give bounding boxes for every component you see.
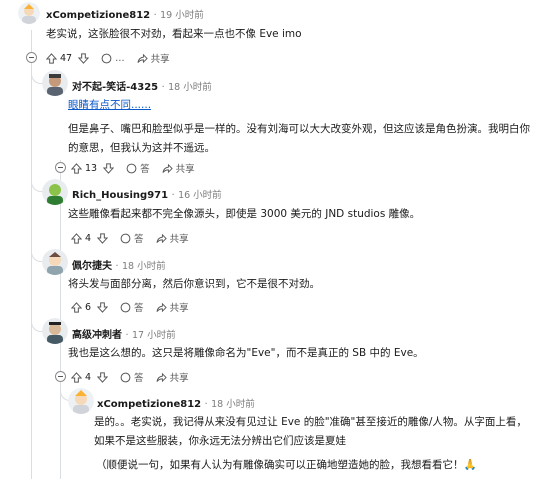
- comment-body: 这些雕像看起来都不完全像源头，即使是 3000 美元的 JND studios …: [68, 208, 421, 220]
- comment-author[interactable]: 对不起-笑话-4325 · 18 小时前: [72, 78, 212, 93]
- quoted-link[interactable]: 眼睛有点不同......: [68, 96, 151, 115]
- share-icon: [162, 163, 173, 173]
- comment-author[interactable]: xCompetizione812 · 19 小时前: [46, 7, 204, 21]
- share-button[interactable]: 共享: [137, 51, 170, 65]
- timestamp: 17 小时前: [132, 330, 176, 341]
- vote-count: 6: [85, 301, 92, 313]
- collapse-button[interactable]: [55, 162, 66, 173]
- downvote-icon[interactable]: [78, 52, 90, 64]
- author-name[interactable]: xCompetizione812: [46, 10, 150, 21]
- reply-label: 答: [140, 164, 150, 175]
- comment-body: 将头发与面部分离，然后你意识到，它不是很不对劲。: [68, 278, 320, 290]
- comment-author[interactable]: xCompetizione812 · 18 小时前: [97, 396, 255, 410]
- comment-body: 是的。。老实说，我记得从来没有见过让 Eve 的脸"准确"甚至接近的雕像/人物。…: [94, 416, 527, 447]
- share-icon: [156, 233, 167, 243]
- share-icon: [156, 302, 167, 312]
- comment-body: 但是鼻子、嘴巴和脸型似乎是一样的。没有刘海可以大大改变外观，但这应该是角色扮演。…: [68, 123, 530, 154]
- reply-label: 答: [134, 303, 144, 314]
- reply-label: 答: [134, 234, 144, 245]
- share-icon: [137, 53, 148, 63]
- avatar[interactable]: [42, 318, 68, 344]
- more-label: …: [115, 52, 125, 64]
- avatar[interactable]: [42, 249, 68, 275]
- separator: ·: [161, 82, 165, 93]
- comment-actions: 47 … 共享: [46, 50, 182, 66]
- share-button[interactable]: 共享: [162, 161, 195, 175]
- upvote-button[interactable]: 47: [46, 52, 90, 64]
- separator: ·: [115, 261, 119, 272]
- vote-count: 4: [85, 232, 92, 244]
- avatar[interactable]: [42, 70, 68, 96]
- share-label: 共享: [169, 303, 189, 314]
- upvote-icon: [71, 232, 82, 244]
- timestamp: 18 小时前: [168, 82, 212, 93]
- upvote-icon: [71, 301, 82, 313]
- share-label: 共享: [175, 164, 195, 175]
- vote-count: 13: [85, 162, 98, 174]
- timestamp: 16 小时前: [178, 190, 222, 201]
- share-label: 共享: [169, 234, 189, 245]
- comment-actions: 13 答 共享: [71, 160, 207, 176]
- comment-icon: [120, 372, 131, 382]
- author-name[interactable]: 高级冲刺者: [72, 330, 122, 341]
- avatar[interactable]: [68, 388, 94, 414]
- downvote-icon[interactable]: [97, 371, 109, 383]
- upvote-icon: [71, 371, 82, 383]
- author-name[interactable]: xCompetizione812: [97, 399, 201, 410]
- comment-body: 老实说，这张脸很不对劲，看起来一点也不像 Eve imo: [46, 28, 302, 40]
- avatar[interactable]: [42, 179, 68, 205]
- share-icon: [156, 372, 167, 382]
- timestamp: 19 小时前: [160, 10, 204, 21]
- collapse-button[interactable]: [55, 371, 66, 382]
- author-name[interactable]: 佩尔捷夫: [72, 261, 112, 272]
- upvote-button[interactable]: 13: [71, 162, 115, 174]
- vote-count: 47: [60, 52, 73, 64]
- share-button[interactable]: 共享: [156, 231, 189, 245]
- comment-author[interactable]: Rich_Housing971 · 16 小时前: [72, 187, 222, 201]
- comment-icon: [120, 302, 131, 312]
- timestamp: 18 小时前: [122, 261, 166, 272]
- share-button[interactable]: 共享: [156, 300, 189, 314]
- separator: ·: [125, 330, 129, 341]
- comment-author[interactable]: 佩尔捷夫 · 18 小时前: [72, 257, 166, 272]
- downvote-icon[interactable]: [97, 301, 109, 313]
- upvote-icon: [46, 52, 57, 64]
- comment-actions: 6 答 共享: [71, 299, 201, 315]
- separator: ·: [171, 190, 175, 201]
- vote-count: 4: [85, 371, 92, 383]
- upvote-button[interactable]: 4: [71, 371, 109, 383]
- collapse-button[interactable]: [26, 52, 37, 63]
- timestamp: 18 小时前: [211, 399, 255, 410]
- avatar[interactable]: [18, 2, 40, 24]
- share-button[interactable]: 共享: [156, 370, 189, 384]
- upvote-button[interactable]: 6: [71, 301, 109, 313]
- comment-body: 我也是这么想的。这只是将雕像命名为"Eve"，而不是真正的 SB 中的 Eve。: [68, 347, 424, 359]
- comment-author[interactable]: 高级冲刺者 · 17 小时前: [72, 326, 176, 341]
- separator: ·: [153, 10, 157, 21]
- comment-actions: 4 答 共享: [71, 369, 201, 385]
- share-label: 共享: [150, 54, 170, 65]
- upvote-button[interactable]: 4: [71, 232, 109, 244]
- reply-label: 答: [134, 373, 144, 384]
- separator: ·: [204, 399, 208, 410]
- author-name[interactable]: 对不起-笑话-4325: [72, 82, 158, 93]
- reply-button[interactable]: 答: [120, 300, 144, 314]
- author-name[interactable]: Rich_Housing971: [72, 190, 168, 201]
- reply-button[interactable]: 答: [120, 370, 144, 384]
- comment-actions: 4 答 共享: [71, 230, 201, 246]
- comment-body-continued: （顺便说一句，如果有人认为有雕像确实可以正确地塑造她的脸，我想看看它！🙏: [96, 459, 477, 471]
- downvote-icon[interactable]: [97, 232, 109, 244]
- share-label: 共享: [169, 373, 189, 384]
- downvote-icon[interactable]: [103, 162, 115, 174]
- upvote-icon: [71, 162, 82, 174]
- reply-button[interactable]: 答: [120, 231, 144, 245]
- reply-button[interactable]: 答: [126, 161, 150, 175]
- more-button[interactable]: …: [101, 53, 125, 64]
- comment-icon: [120, 233, 131, 243]
- comment-icon: [126, 163, 137, 173]
- comment-icon: [101, 53, 112, 63]
